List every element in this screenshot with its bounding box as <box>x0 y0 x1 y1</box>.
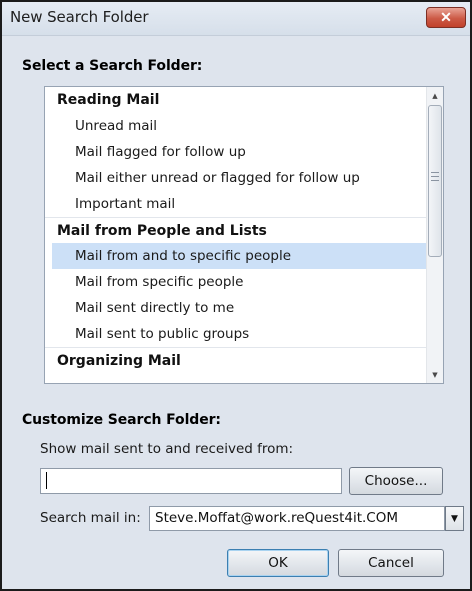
title-bar[interactable]: New Search Folder ✕ <box>2 2 470 36</box>
choose-button[interactable]: Choose... <box>349 467 443 495</box>
grip-icon <box>431 172 439 181</box>
ok-button[interactable]: OK <box>227 549 329 577</box>
list-item-flagged-follow-up[interactable]: Mail flagged for follow up <box>45 139 427 165</box>
new-search-folder-dialog: New Search Folder ✕ Select a Search Fold… <box>0 0 472 591</box>
search-in-combobox[interactable]: Steve.Moffat@work.reQuest4it.COM <box>149 506 445 531</box>
select-folder-heading: Select a Search Folder: <box>22 58 203 74</box>
customize-folder-heading: Customize Search Folder: <box>22 412 221 428</box>
dropdown-arrow-icon[interactable]: ▼ <box>445 506 464 531</box>
text-caret <box>46 472 47 489</box>
search-in-value: Steve.Moffat@work.reQuest4it.COM <box>155 510 398 526</box>
search-folder-list-content: Reading Mail Unread mail Mail flagged fo… <box>45 87 427 373</box>
show-mail-label: Show mail sent to and received from: <box>40 441 294 457</box>
list-item-important-mail[interactable]: Important mail <box>45 191 427 217</box>
search-in-label: Search mail in: <box>40 510 141 526</box>
scroll-up-icon[interactable]: ▲ <box>427 87 443 104</box>
close-icon: ✕ <box>440 9 452 25</box>
scroll-thumb[interactable] <box>428 105 442 257</box>
group-header-organizing-mail: Organizing Mail <box>45 347 427 373</box>
list-item-from-and-to-people[interactable]: Mail from and to specific people <box>52 243 427 269</box>
group-header-reading-mail: Reading Mail <box>57 92 160 108</box>
list-item-unread-mail[interactable]: Unread mail <box>45 113 427 139</box>
list-scrollbar[interactable]: ▲ ▼ <box>426 87 443 383</box>
list-item-sent-directly-to-me[interactable]: Mail sent directly to me <box>45 295 427 321</box>
list-item-unread-or-flagged[interactable]: Mail either unread or flagged for follow… <box>45 165 427 191</box>
window-title: New Search Folder <box>10 8 149 26</box>
list-item-sent-to-public-groups[interactable]: Mail sent to public groups <box>45 321 427 347</box>
close-button[interactable]: ✕ <box>426 7 466 28</box>
people-input[interactable] <box>40 468 342 494</box>
search-folder-list[interactable]: Reading Mail Unread mail Mail flagged fo… <box>44 86 444 384</box>
scroll-down-icon[interactable]: ▼ <box>427 366 443 383</box>
group-header-people-and-lists: Mail from People and Lists <box>45 217 427 243</box>
list-item-from-specific-people[interactable]: Mail from specific people <box>45 269 427 295</box>
cancel-button[interactable]: Cancel <box>338 549 444 577</box>
